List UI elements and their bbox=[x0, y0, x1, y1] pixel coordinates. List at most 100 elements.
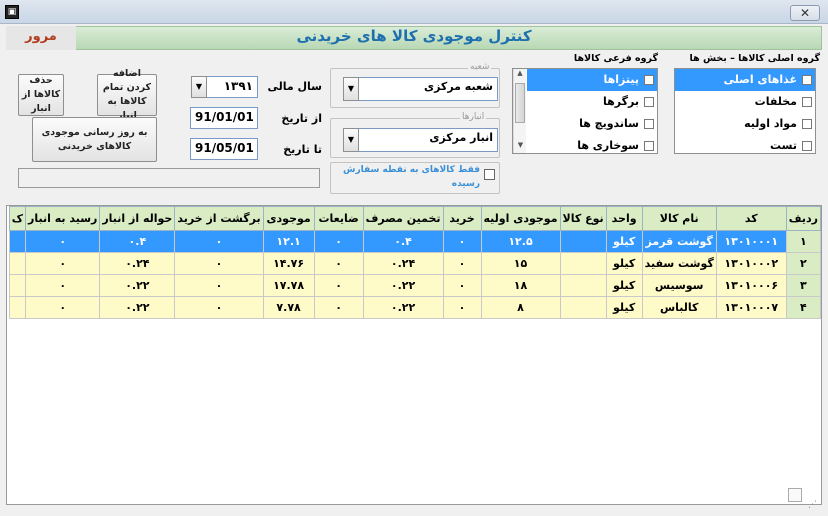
table-cell[interactable] bbox=[559, 296, 607, 319]
table-cell[interactable]: کیلو bbox=[605, 230, 643, 253]
inventory-grid[interactable]: ک رسید به انبار حواله از انبار برگشت از خری… bbox=[6, 205, 822, 505]
column-header[interactable]: ضایعات bbox=[313, 206, 364, 231]
from-date-field[interactable]: 91/01/01 bbox=[190, 107, 258, 129]
table-cell[interactable]: ۰.۲۲ bbox=[362, 296, 444, 319]
list-item[interactable]: ساندویچ ها bbox=[527, 113, 657, 135]
table-cell[interactable]: ۰ bbox=[174, 274, 264, 297]
column-header[interactable]: واحد bbox=[605, 206, 643, 231]
table-cell[interactable]: کیلو bbox=[605, 296, 643, 319]
column-header[interactable]: خرید bbox=[442, 206, 482, 231]
list-item-checkbox[interactable] bbox=[644, 97, 654, 107]
fiscal-year-field[interactable]: ۱۳۹۱ bbox=[206, 76, 258, 98]
list-item-checkbox[interactable] bbox=[802, 119, 812, 129]
column-header[interactable]: موجودی اولیه bbox=[480, 206, 561, 231]
table-cell[interactable]: ۰.۴ bbox=[362, 230, 444, 253]
column-header[interactable]: رسید به انبار bbox=[25, 206, 101, 231]
table-cell[interactable]: کیلو bbox=[605, 274, 643, 297]
branch-select[interactable]: شعبه مرکزی bbox=[358, 77, 498, 101]
table-row[interactable]: ۰ ۰.۴ ۰ ۱۲.۱ ۰ ۰.۴ ۰ ۱۲.۵ کیلو گوشت قرمز ۱۳۰۱۰۰۰۱ ۱ bbox=[8, 230, 821, 253]
table-cell[interactable]: سوسیس bbox=[641, 274, 717, 297]
table-cell[interactable]: ۱۳۰۱۰۰۰۶ bbox=[715, 274, 787, 297]
table-cell[interactable] bbox=[8, 296, 27, 319]
table-cell[interactable]: ۰ bbox=[313, 274, 364, 297]
column-header[interactable]: نوع کالا bbox=[559, 206, 607, 231]
table-cell[interactable]: ۰ bbox=[313, 252, 364, 275]
table-cell[interactable]: ۰.۲۲ bbox=[99, 296, 176, 319]
reorder-checkbox[interactable] bbox=[484, 169, 495, 180]
resize-grip-icon[interactable]: ⋰ bbox=[808, 500, 822, 512]
sub-group-scrollbar[interactable]: ▲ ▼ bbox=[513, 69, 526, 153]
warehouse-select[interactable]: انبار مرکزی bbox=[358, 128, 498, 152]
table-cell[interactable]: کیلو bbox=[605, 252, 643, 275]
table-cell[interactable]: ۰ bbox=[25, 252, 101, 275]
table-cell[interactable] bbox=[8, 230, 27, 253]
table-cell[interactable]: ۰ bbox=[313, 230, 364, 253]
table-cell[interactable]: ۰.۲۲ bbox=[362, 274, 444, 297]
table-cell[interactable]: ۰.۴ bbox=[99, 230, 176, 253]
table-row[interactable]: ۰ ۰.۲۴ ۰ ۱۴.۷۶ ۰ ۰.۲۴ ۰ ۱۵ کیلو گوشت سفید ۱۳۰۱۰۰۰۲… bbox=[8, 252, 821, 275]
scroll-corner[interactable] bbox=[788, 488, 802, 502]
table-cell[interactable]: ۱۲.۱ bbox=[262, 230, 315, 253]
table-cell[interactable]: ۰ bbox=[174, 252, 264, 275]
warehouse-dropdown-icon[interactable]: ▼ bbox=[343, 128, 359, 152]
column-header[interactable]: ک bbox=[8, 206, 27, 231]
table-cell[interactable]: ۰ bbox=[442, 252, 482, 275]
column-header[interactable]: نام کالا bbox=[641, 206, 717, 231]
column-header[interactable]: کد bbox=[715, 206, 787, 231]
list-item[interactable]: مواد اولیه bbox=[675, 113, 815, 135]
scroll-thumb[interactable] bbox=[515, 83, 525, 123]
list-item[interactable]: تست bbox=[675, 135, 815, 157]
list-item-checkbox[interactable] bbox=[802, 141, 812, 151]
table-cell[interactable] bbox=[8, 274, 27, 297]
table-cell[interactable]: ۰ bbox=[25, 230, 101, 253]
table-cell[interactable]: ۱۷.۷۸ bbox=[262, 274, 315, 297]
main-group-list[interactable]: غذاهای اصلی مخلفات مواد اولیه تست bbox=[674, 68, 816, 154]
table-cell[interactable]: ۱۳۰۱۰۰۰۷ bbox=[715, 296, 787, 319]
column-header[interactable]: حواله از انبار bbox=[99, 206, 176, 231]
table-cell[interactable]: ۱۴.۷۶ bbox=[262, 252, 315, 275]
table-cell[interactable]: ۷.۷۸ bbox=[262, 296, 315, 319]
list-item-checkbox[interactable] bbox=[644, 141, 654, 151]
table-cell[interactable]: ۱۲.۵ bbox=[480, 230, 561, 253]
to-date-field[interactable]: 91/05/01 bbox=[190, 138, 258, 160]
list-item-checkbox[interactable] bbox=[644, 119, 654, 129]
update-inventory-button[interactable]: به روز رسانی موجودی کالاهای خریدنی bbox=[32, 117, 157, 162]
table-row[interactable]: ۰ ۰.۲۲ ۰ ۱۷.۷۸ ۰ ۰.۲۲ ۰ ۱۸ کیلو سوسیس ۱۳۰۱۰۰۰۶ ۳ bbox=[8, 274, 821, 297]
table-cell[interactable] bbox=[559, 230, 607, 253]
table-cell[interactable]: ۰ bbox=[442, 274, 482, 297]
delete-goods-from-warehouse-button[interactable]: حذف کالاها از انبار bbox=[18, 74, 64, 116]
table-cell[interactable]: ۱۳۰۱۰۰۰۱ bbox=[715, 230, 787, 253]
row-number[interactable]: ۱ bbox=[785, 230, 821, 253]
list-item-checkbox[interactable] bbox=[802, 75, 812, 85]
list-item[interactable]: مخلفات bbox=[675, 91, 815, 113]
table-cell[interactable] bbox=[8, 252, 27, 275]
table-cell[interactable]: ۰.۲۲ bbox=[99, 274, 176, 297]
table-cell[interactable]: ۰.۲۴ bbox=[362, 252, 444, 275]
table-cell[interactable]: گوشت قرمز bbox=[641, 230, 717, 253]
row-number[interactable]: ۴ bbox=[785, 296, 821, 319]
column-header[interactable]: موجودی bbox=[262, 206, 315, 231]
column-header[interactable]: ردیف bbox=[785, 206, 821, 231]
table-cell[interactable]: ۰.۲۴ bbox=[99, 252, 176, 275]
table-cell[interactable]: ۰ bbox=[313, 296, 364, 319]
row-number[interactable]: ۲ bbox=[785, 252, 821, 275]
column-header[interactable]: برگشت از خرید bbox=[174, 206, 264, 231]
sub-group-list[interactable]: پیتزاها برگرها ساندویچ ها سوخاری ها bbox=[512, 68, 658, 154]
table-cell[interactable]: ۰ bbox=[174, 296, 264, 319]
table-cell[interactable]: ۱۳۰۱۰۰۰۲ bbox=[715, 252, 787, 275]
table-cell[interactable] bbox=[559, 252, 607, 275]
table-cell[interactable]: کالباس bbox=[641, 296, 717, 319]
list-item[interactable]: پیتزاها bbox=[527, 69, 657, 91]
table-cell[interactable]: ۱۵ bbox=[480, 252, 561, 275]
fiscal-year-dropdown-icon[interactable]: ▼ bbox=[191, 76, 207, 98]
list-item[interactable]: سوخاری ها bbox=[527, 135, 657, 157]
list-item-checkbox[interactable] bbox=[802, 97, 812, 107]
add-all-goods-to-warehouse-button[interactable]: اضافه کردن تمام کالاها به انبار bbox=[97, 68, 157, 121]
list-item-checkbox[interactable] bbox=[644, 75, 654, 85]
table-cell[interactable]: ۸ bbox=[480, 296, 561, 319]
close-button[interactable]: ✕ bbox=[790, 5, 820, 21]
scroll-up-icon[interactable]: ▲ bbox=[514, 69, 526, 81]
list-item[interactable]: برگرها bbox=[527, 91, 657, 113]
table-cell[interactable]: ۰ bbox=[25, 296, 101, 319]
table-cell[interactable]: ۰ bbox=[442, 230, 482, 253]
